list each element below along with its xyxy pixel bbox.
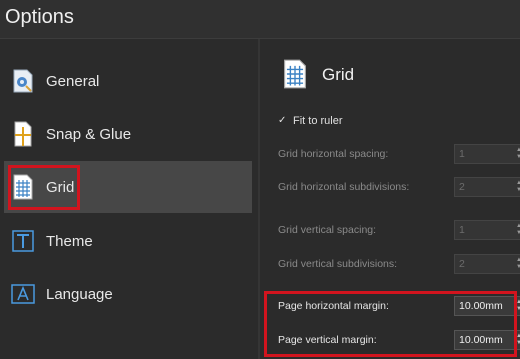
stepper-arrows-icon[interactable]: ▲ ▼ xyxy=(513,145,520,163)
sidebar-item-general[interactable]: General xyxy=(4,55,252,107)
window-title: Options xyxy=(5,6,74,28)
language-icon xyxy=(10,281,36,307)
stepper-arrows-icon[interactable]: ▲ ▼ xyxy=(513,255,520,273)
stepper-arrows-icon[interactable]: ▲ ▼ xyxy=(513,221,520,239)
general-settings-icon xyxy=(10,68,36,94)
grid-icon xyxy=(282,59,312,91)
stepper-value: 1 xyxy=(459,148,465,160)
grid-selection-highlight xyxy=(8,165,80,210)
sidebar-item-label: Snap & Glue xyxy=(46,125,132,143)
grid-vertical-spacing-row: Grid vertical spacing: 1 ▲ ▼ xyxy=(278,219,520,241)
sidebar-item-label: General xyxy=(46,72,100,90)
sidebar-item-label: Theme xyxy=(46,232,93,250)
page-margin-highlight xyxy=(264,291,517,357)
panel-divider xyxy=(258,39,260,359)
grid-vertical-subdivisions-row: Grid vertical subdivisions: 2 ▲ ▼ xyxy=(278,253,520,275)
grid-horizontal-subdivisions-row: Grid horizontal subdivisions: 2 ▲ ▼ xyxy=(278,176,520,198)
sidebar-item-snap-glue[interactable]: Snap & Glue xyxy=(4,108,252,160)
stepper-value: 2 xyxy=(459,181,465,193)
stepper-value: 2 xyxy=(459,258,465,270)
grid-horizontal-spacing-row: Grid horizontal spacing: 1 ▲ ▼ xyxy=(278,143,520,165)
sidebar-item-language[interactable]: Language xyxy=(4,268,252,320)
sidebar-item-theme[interactable]: Theme xyxy=(4,215,252,267)
theme-icon xyxy=(10,228,36,254)
checkmark-icon: ✓ xyxy=(278,115,287,126)
grid-horizontal-spacing-stepper[interactable]: 1 ▲ ▼ xyxy=(454,144,520,164)
snap-glue-icon xyxy=(10,121,36,147)
section-title: Grid xyxy=(282,59,354,91)
grid-vertical-subdivisions-stepper[interactable]: 2 ▲ ▼ xyxy=(454,254,520,274)
title-bar: Options xyxy=(0,0,520,39)
grid-vertical-spacing-stepper[interactable]: 1 ▲ ▼ xyxy=(454,220,520,240)
fit-to-ruler-checkbox[interactable]: ✓ Fit to ruler xyxy=(278,115,343,127)
stepper-value: 1 xyxy=(459,224,465,236)
sidebar-item-label: Language xyxy=(46,285,113,303)
stepper-arrows-icon[interactable]: ▲ ▼ xyxy=(513,178,520,196)
grid-horizontal-subdivisions-stepper[interactable]: 2 ▲ ▼ xyxy=(454,177,520,197)
section-title-text: Grid xyxy=(322,65,355,84)
fit-to-ruler-label: Fit to ruler xyxy=(293,115,343,127)
